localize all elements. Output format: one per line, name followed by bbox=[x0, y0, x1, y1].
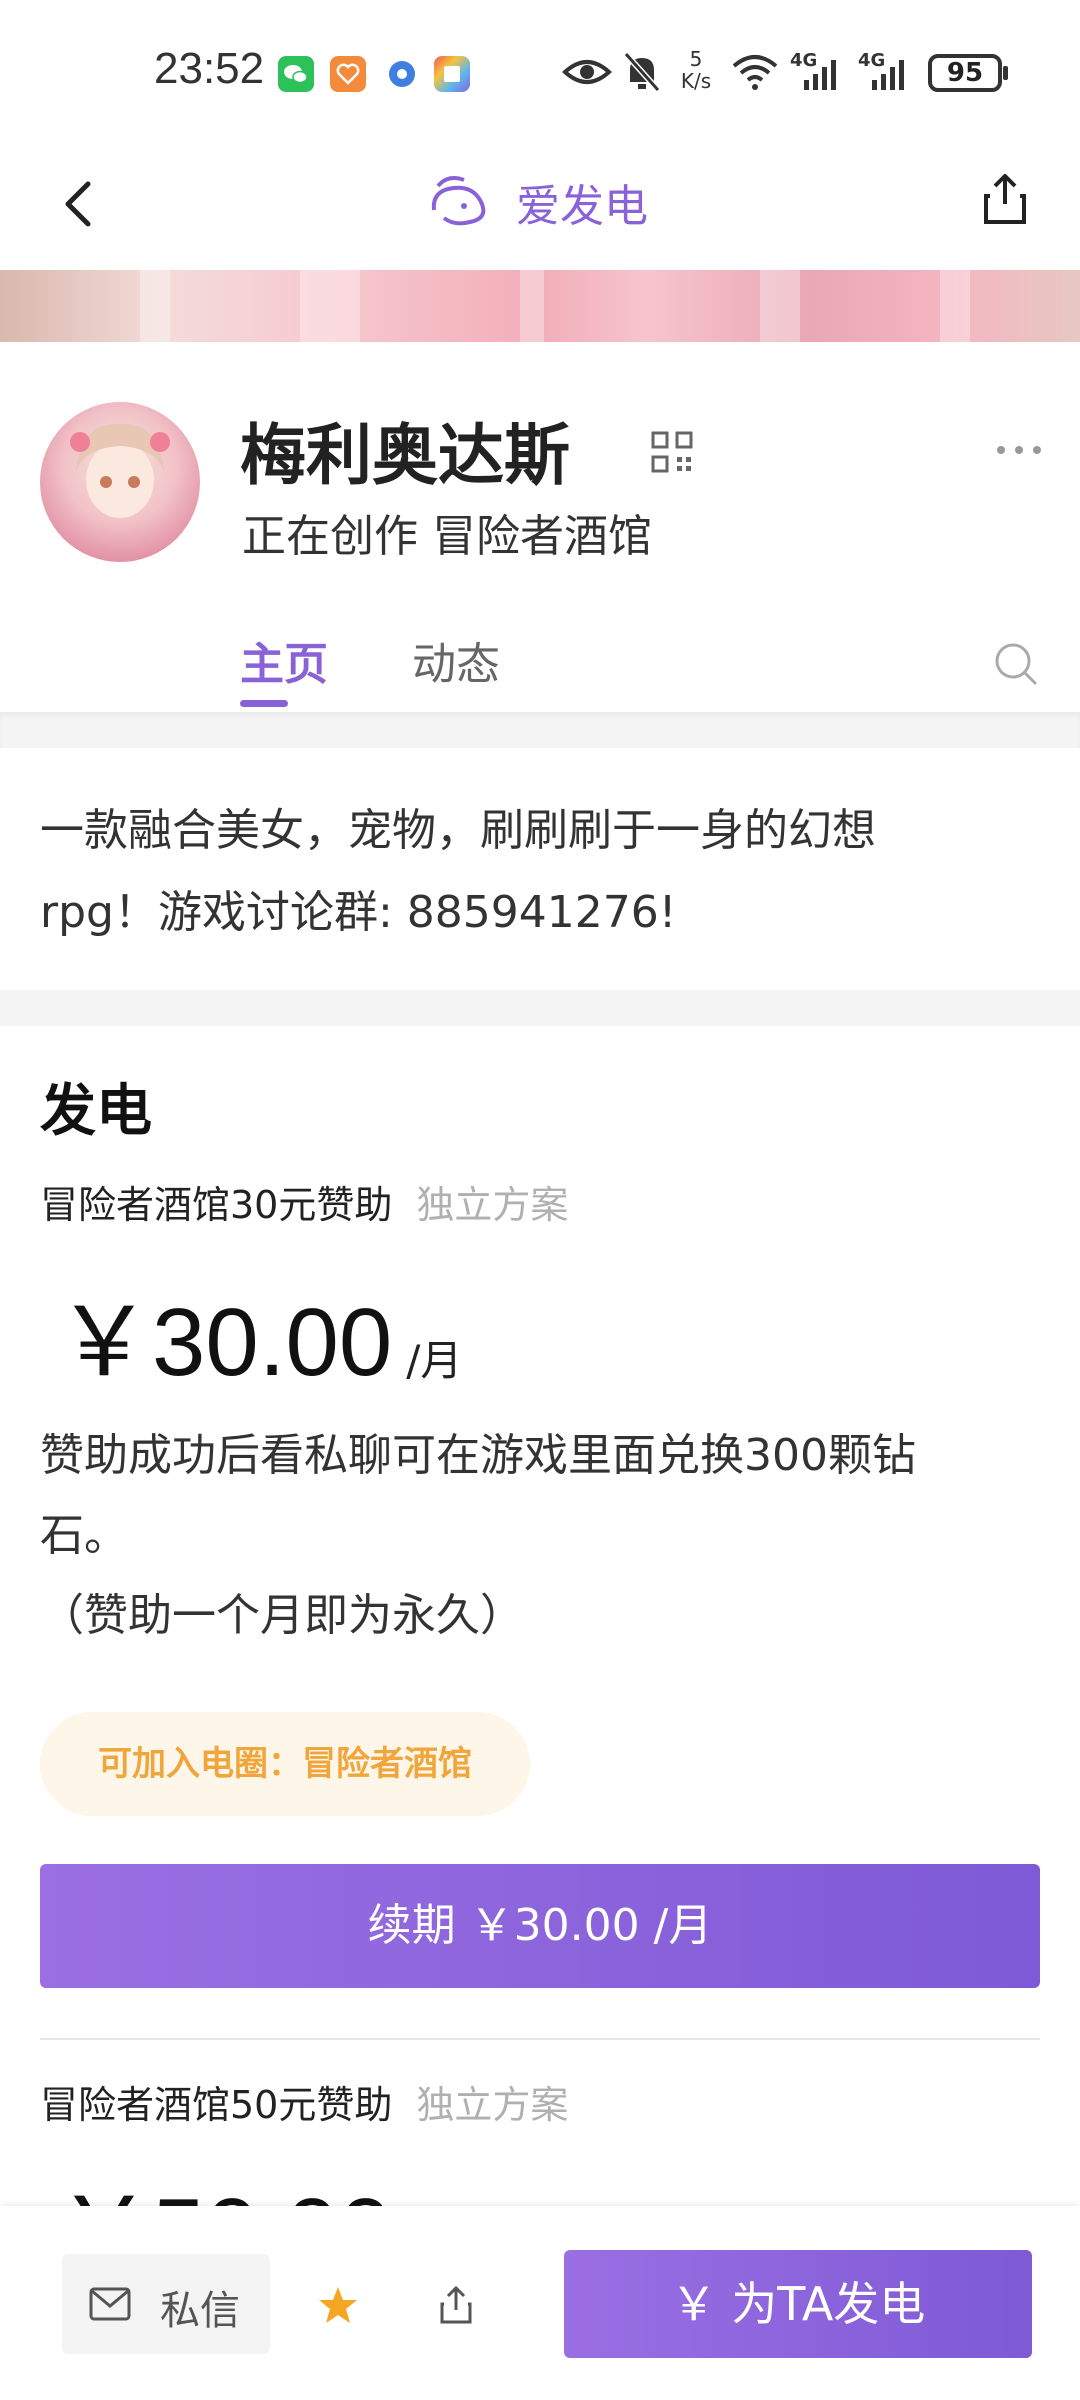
description-line: rpg！游戏讨论群: 885941276! bbox=[40, 887, 677, 938]
cover-banner-image bbox=[0, 270, 1080, 342]
price-amount: ￥30.00 bbox=[56, 1289, 393, 1396]
mail-icon bbox=[89, 2287, 131, 2321]
plan-tag: 独立方案 bbox=[416, 1183, 569, 1227]
active-tab-indicator bbox=[240, 700, 288, 707]
plan-separator bbox=[40, 2038, 1040, 2040]
renew-button[interactable]: 续期 ￥30.00 /月 bbox=[40, 1864, 1040, 1988]
qr-code-icon[interactable] bbox=[650, 430, 694, 474]
tab-home[interactable]: 主页 bbox=[240, 628, 328, 692]
plan-price: ￥50.00 bbox=[56, 2168, 392, 2208]
top-navigation-bar: 爱发电 bbox=[0, 140, 1080, 270]
eye-icon bbox=[562, 60, 612, 84]
wechat-icon bbox=[278, 56, 314, 92]
browser-app-icon bbox=[384, 56, 420, 92]
share-icon[interactable] bbox=[436, 2282, 476, 2328]
plan-description-line: 赞助成功后看私聊可在游戏里面兑换300颗钻 bbox=[40, 1430, 916, 1481]
signal-icon-1 bbox=[804, 60, 836, 90]
plan-name: 冒险者酒馆30元赞助 bbox=[40, 1183, 393, 1227]
support-creator-button[interactable]: ￥ 为TA发电 bbox=[564, 2250, 1032, 2358]
price-unit: /月 bbox=[406, 1336, 463, 1385]
net-speed-unit: K/s bbox=[680, 69, 712, 93]
battery-indicator: 95 bbox=[928, 54, 1008, 92]
app-store-icon bbox=[434, 56, 470, 92]
health-app-icon bbox=[330, 56, 366, 92]
plan-tag: 独立方案 bbox=[416, 2083, 569, 2127]
plan-description-line: （赞助一个月即为永久） bbox=[40, 1590, 524, 1641]
star-icon[interactable] bbox=[316, 2284, 360, 2328]
tab-updates[interactable]: 动态 bbox=[412, 628, 500, 692]
status-time: 23:52 bbox=[154, 44, 265, 93]
plan-description-line: 石。 bbox=[40, 1510, 128, 1561]
plan-description: 赞助成功后看私聊可在游戏里面兑换300颗钻 石。 （赞助一个月即为永久） bbox=[40, 1416, 1040, 1656]
plan-price: ￥30.00/月 bbox=[56, 1264, 462, 1403]
creator-avatar[interactable] bbox=[40, 402, 200, 562]
wifi-icon bbox=[732, 55, 778, 90]
direct-message-button[interactable]: 私信 bbox=[62, 2254, 270, 2354]
creator-description: 一款融合美女，宠物，刷刷刷于一身的幻想 rpg！游戏讨论群: 885941276… bbox=[40, 790, 1040, 954]
creator-subtitle: 正在创作 冒险者酒馆 bbox=[242, 511, 652, 562]
search-icon[interactable] bbox=[992, 640, 1040, 688]
section-title: 发电 bbox=[40, 1079, 152, 1144]
app-title: 爱发电 bbox=[516, 181, 648, 232]
net-speed: 5 K/s bbox=[676, 48, 716, 92]
description-line: 一款融合美女，宠物，刷刷刷于一身的幻想 bbox=[40, 805, 876, 856]
bottom-action-bar: 私信 ￥ 为TA发电 bbox=[0, 2206, 1080, 2400]
signal-icon-2 bbox=[872, 60, 904, 90]
circle-badge[interactable]: 可加入电圈：冒险者酒馆 bbox=[40, 1712, 530, 1816]
status-bar: 23:52 5 K/s 4G 4G 95 bbox=[0, 0, 1080, 140]
share-icon[interactable] bbox=[980, 168, 1030, 228]
logo-icon bbox=[431, 176, 486, 226]
plan-name: 冒险者酒馆50元赞助 bbox=[40, 2083, 393, 2127]
direct-message-label: 私信 bbox=[160, 2288, 240, 2334]
section-divider bbox=[0, 712, 1080, 748]
section-divider bbox=[0, 990, 1080, 1026]
plan-title: 冒险者酒馆30元赞助 独立方案 bbox=[40, 1174, 568, 1229]
net-speed-value: 5 bbox=[689, 47, 703, 71]
mute-bell-icon bbox=[623, 52, 661, 92]
back-arrow-icon[interactable] bbox=[58, 176, 98, 232]
plan-title: 冒险者酒馆50元赞助 独立方案 bbox=[40, 2074, 568, 2129]
more-options-icon[interactable] bbox=[994, 440, 1044, 460]
creator-name: 梅利奥达斯 bbox=[240, 417, 570, 494]
